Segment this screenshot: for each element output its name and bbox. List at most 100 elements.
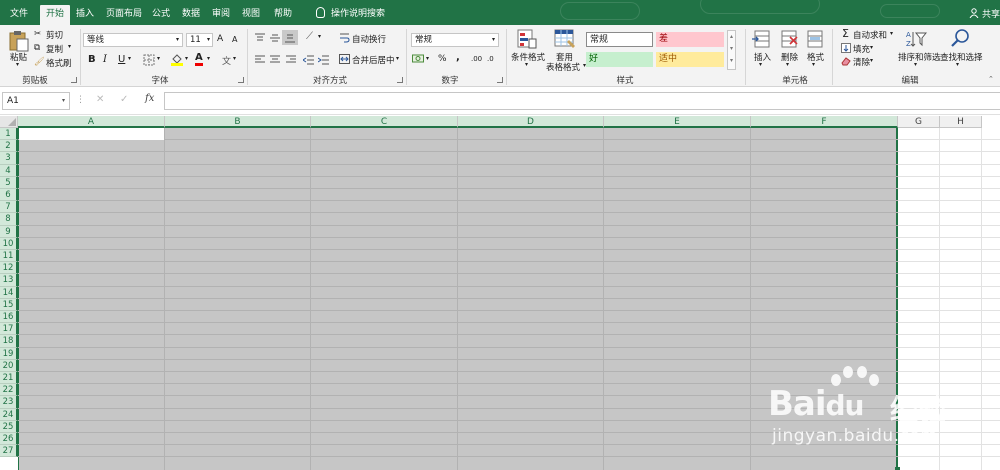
- number-format-select[interactable]: 常规 ▾: [411, 33, 499, 47]
- styles-gallery-scroller[interactable]: ▴ ▾ ▾: [727, 30, 736, 70]
- worksheet-grid[interactable]: ABCDEFGH 1 2 3 4 5 6 7 8 9 10 11 12 13 14 15 16 17 18 19 20…: [0, 116, 1000, 470]
- enter-icon[interactable]: ✓: [120, 94, 128, 105]
- tab-formulas[interactable]: 公式: [148, 5, 174, 25]
- tab-view[interactable]: 视图: [238, 5, 264, 25]
- orientation-icon[interactable]: ⟋: [306, 31, 313, 42]
- increase-indent-icon[interactable]: [318, 55, 330, 65]
- shrink-font-button[interactable]: A: [232, 35, 237, 44]
- chevron-down-icon[interactable]: ▾: [185, 55, 188, 62]
- column-header-h[interactable]: H: [940, 116, 982, 128]
- formula-input[interactable]: [164, 92, 1000, 110]
- cancel-icon[interactable]: ✕: [96, 94, 104, 105]
- tab-insert[interactable]: 插入: [72, 5, 98, 25]
- decrease-decimal-button[interactable]: .0: [487, 55, 494, 63]
- cell-style-bad[interactable]: 差: [656, 32, 724, 47]
- row-header-3[interactable]: 3: [0, 152, 18, 165]
- row-header-6[interactable]: 6: [0, 189, 18, 202]
- tab-page-layout[interactable]: 页面布局: [104, 5, 144, 25]
- drag-handle-icon[interactable]: ⋮: [76, 95, 85, 105]
- row-header-5[interactable]: 5: [0, 176, 18, 189]
- row-header-14[interactable]: 14: [0, 286, 18, 299]
- column-header-c[interactable]: C: [311, 116, 458, 128]
- dialog-launcher-icon[interactable]: [238, 77, 244, 83]
- row-header-25[interactable]: 25: [0, 420, 18, 433]
- row-header-7[interactable]: 7: [0, 201, 18, 214]
- collapse-ribbon-icon[interactable]: ⌃: [988, 75, 994, 83]
- column-header-d[interactable]: D: [458, 116, 604, 128]
- row-header-21[interactable]: 21: [0, 372, 18, 385]
- chevron-down-icon[interactable]: ▾: [62, 93, 65, 109]
- row-header-9[interactable]: 9: [0, 225, 18, 238]
- row-header-4[interactable]: 4: [0, 164, 18, 177]
- column-header-f[interactable]: F: [751, 116, 898, 128]
- dialog-launcher-icon[interactable]: [71, 77, 77, 83]
- column-header-b[interactable]: B: [165, 116, 311, 128]
- row-header-22[interactable]: 22: [0, 384, 18, 397]
- row-header-11[interactable]: 11: [0, 250, 18, 263]
- active-cell[interactable]: [19, 128, 164, 140]
- row-header-26[interactable]: 26: [0, 433, 18, 446]
- share-button[interactable]: 共享: [969, 7, 1000, 20]
- borders-icon[interactable]: [143, 54, 155, 66]
- insert-function-button[interactable]: fx: [145, 93, 154, 104]
- underline-button[interactable]: U: [118, 54, 125, 65]
- column-header-a[interactable]: A: [18, 116, 165, 128]
- row-header-16[interactable]: 16: [0, 311, 18, 324]
- chevron-down-icon[interactable]: ▾: [207, 55, 210, 62]
- row-header-1[interactable]: 1: [0, 128, 18, 141]
- align-left-icon[interactable]: [254, 55, 266, 65]
- align-top-icon[interactable]: [254, 33, 266, 43]
- row-header-2[interactable]: 2: [0, 140, 18, 153]
- select-all-corner[interactable]: [0, 116, 18, 128]
- name-box[interactable]: A1 ▾: [2, 92, 70, 110]
- chevron-down-icon[interactable]: ▾: [128, 55, 131, 62]
- cell-style-good[interactable]: 好: [586, 52, 653, 67]
- tell-me-search[interactable]: 操作说明搜索: [316, 5, 385, 25]
- fill-color-icon[interactable]: [170, 52, 184, 66]
- tab-help[interactable]: 帮助: [270, 5, 296, 25]
- align-right-icon[interactable]: [285, 55, 297, 65]
- font-size-select[interactable]: 11 ▾: [186, 33, 213, 47]
- align-bottom-button[interactable]: [282, 30, 298, 45]
- cell-style-normal[interactable]: 常规: [586, 32, 653, 47]
- row-header-20[interactable]: 20: [0, 359, 18, 372]
- row-header-8[interactable]: 8: [0, 213, 18, 226]
- chevron-down-icon[interactable]: ▾: [233, 55, 236, 62]
- gallery-more-icon[interactable]: ▾: [728, 55, 735, 67]
- tab-data[interactable]: 数据: [178, 5, 204, 25]
- dialog-launcher-icon[interactable]: [397, 77, 403, 83]
- dialog-launcher-icon[interactable]: [497, 77, 503, 83]
- bold-button[interactable]: B: [88, 54, 96, 65]
- row-header-12[interactable]: 12: [0, 262, 18, 275]
- increase-decimal-button[interactable]: .00: [471, 55, 482, 63]
- row-header-10[interactable]: 10: [0, 237, 18, 250]
- row-header-19[interactable]: 19: [0, 347, 18, 360]
- chevron-down-icon[interactable]: ▾: [157, 55, 160, 62]
- font-name-select[interactable]: 等线 ▾: [83, 33, 183, 47]
- selected-range[interactable]: [18, 128, 898, 470]
- tab-review[interactable]: 审阅: [208, 5, 234, 25]
- chevron-down-icon[interactable]: ▾: [728, 43, 735, 55]
- row-header-13[interactable]: 13: [0, 274, 18, 287]
- chevron-down-icon[interactable]: ▾: [426, 55, 429, 62]
- row-header-18[interactable]: 18: [0, 335, 18, 348]
- font-color-button[interactable]: A: [195, 52, 203, 66]
- column-header-g[interactable]: G: [898, 116, 940, 128]
- tab-home[interactable]: 开始: [40, 5, 70, 25]
- row-header-15[interactable]: 15: [0, 298, 18, 311]
- row-header-24[interactable]: 24: [0, 408, 18, 421]
- tab-file[interactable]: 文件: [6, 5, 32, 25]
- cell-style-neutral[interactable]: 适中: [656, 52, 724, 67]
- italic-button[interactable]: I: [103, 54, 107, 65]
- phonetic-guide-button[interactable]: 文: [222, 54, 231, 67]
- chevron-up-icon[interactable]: ▴: [728, 31, 735, 43]
- row-header-23[interactable]: 23: [0, 396, 18, 409]
- row-header-27[interactable]: 27: [0, 445, 18, 458]
- align-center-icon[interactable]: [269, 55, 281, 65]
- grow-font-button[interactable]: A: [217, 34, 223, 44]
- chevron-down-icon[interactable]: ▾: [318, 33, 321, 40]
- comma-style-button[interactable]: ,: [456, 52, 460, 63]
- decrease-indent-icon[interactable]: [303, 55, 315, 65]
- percent-style-button[interactable]: %: [438, 54, 447, 64]
- align-middle-icon[interactable]: [269, 33, 281, 43]
